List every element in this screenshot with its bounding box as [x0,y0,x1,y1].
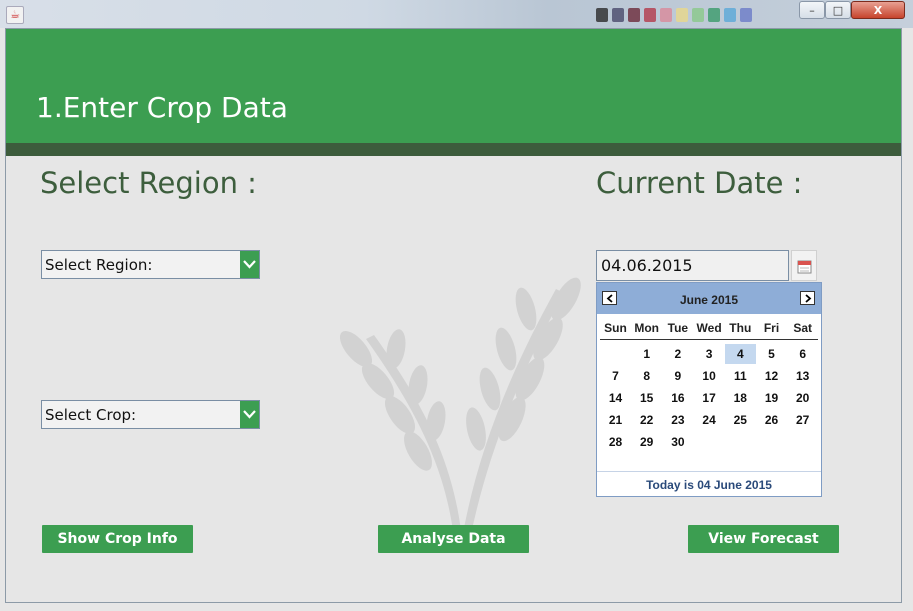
previous-month-button[interactable] [602,291,617,305]
calendar-day-cell[interactable]: 18 [725,388,756,408]
date-field-value: 04.06.2015 [601,256,693,275]
calendar-day-cell[interactable]: 1 [631,344,662,364]
date-field[interactable]: 04.06.2015 [596,250,789,281]
calendar-day-cell[interactable]: 29 [631,432,662,452]
chevron-down-icon[interactable] [240,401,259,428]
calendar-day-cell[interactable]: 16 [662,388,693,408]
calendar-day-cell[interactable]: 27 [787,410,818,430]
window-titlebar: ☕ – □ X [0,0,913,28]
calendar-month-label: June 2015 [679,293,739,307]
close-button[interactable]: X [851,1,905,19]
select-region-heading: Select Region : [40,166,257,200]
chevron-down-icon[interactable] [240,251,259,278]
calendar-button[interactable] [791,250,817,281]
calendar-day-cell[interactable]: 21 [600,410,631,430]
calendar-dayname: Thu [729,321,752,335]
calendar-day-cell[interactable]: 25 [725,410,756,430]
calendar-dayname: Sat [793,321,813,335]
wheat-watermark-icon [339,277,581,539]
calendar-day-cell[interactable]: 24 [694,410,725,430]
today-label[interactable]: Today is 04 June 2015 [597,478,821,492]
calendar-day-cell[interactable]: 8 [631,366,662,386]
calendar-dayname: Tue [667,321,689,335]
java-app-icon: ☕ [6,6,24,24]
main-panel: 1.Enter Crop Data Select Region : Curren… [5,28,902,603]
calendar-dayname: Sun [604,321,627,335]
page-title: 1.Enter Crop Data [36,91,288,124]
next-month-button[interactable] [800,291,815,305]
calendar-day-cell[interactable]: 14 [600,388,631,408]
calendar-day-cell[interactable]: 30 [662,432,693,452]
calendar-dayname: Fri [763,321,780,335]
maximize-button[interactable]: □ [825,1,851,19]
crop-combo-value: Select Crop: [45,406,137,424]
calendar-day-cell[interactable]: 12 [756,366,787,386]
header-banner: 1.Enter Crop Data [6,29,901,143]
calendar-footer[interactable]: Today is 04 June 2015 [597,471,821,498]
calendar-day-cell[interactable]: 20 [787,388,818,408]
calendar-day-cell[interactable]: 17 [694,388,725,408]
calendar-day-cell[interactable]: 2 [662,344,693,364]
region-combo[interactable]: Select Region: [41,250,260,279]
calendar-day-cell[interactable]: 11 [725,366,756,386]
region-combo-value: Select Region: [45,256,153,274]
calendar-day-cell[interactable]: 22 [631,410,662,430]
calendar-day-cell[interactable]: 28 [600,432,631,452]
current-date-heading: Current Date : [596,166,803,200]
calendar-day-cell[interactable]: 5 [756,344,787,364]
minimize-button[interactable]: – [799,1,825,19]
calendar-icon [797,260,812,274]
calendar-day-cell[interactable]: 7 [600,366,631,386]
calendar-day-cell[interactable]: 6 [787,344,818,364]
calendar-day-cell[interactable]: 26 [756,410,787,430]
calendar-day-names: Sun Mon Tue Wed Thu Fri Sat [600,321,818,340]
arrow-right-icon [805,294,812,303]
calendar-day-cell[interactable]: 9 [662,366,693,386]
calendar-dayname: Mon [634,321,660,335]
crop-combo[interactable]: Select Crop: [41,400,260,429]
analyse-data-button[interactable]: Analyse Data [378,525,529,553]
calendar-dayname: Wed [696,321,722,335]
calendar-day-cell[interactable]: 13 [787,366,818,386]
arrow-left-icon [606,294,613,303]
header-divider [6,143,901,156]
calendar-day-cell[interactable]: 19 [756,388,787,408]
calendar-day-cell[interactable]: 10 [694,366,725,386]
titlebar-background-swatches [596,8,752,24]
calendar-popup: June 2015 Sun Mon Tue Wed Thu Fri Sat 12345678… [596,282,822,497]
calendar-day-cell[interactable]: 3 [694,344,725,364]
calendar-day-cell[interactable]: 23 [662,410,693,430]
calendar-header: June 2015 [597,283,821,314]
view-forecast-button[interactable]: View Forecast [688,525,839,553]
calendar-day-cell[interactable]: 4 [724,344,756,364]
calendar-day-cell[interactable]: 15 [631,388,662,408]
show-crop-info-button[interactable]: Show Crop Info [42,525,193,553]
